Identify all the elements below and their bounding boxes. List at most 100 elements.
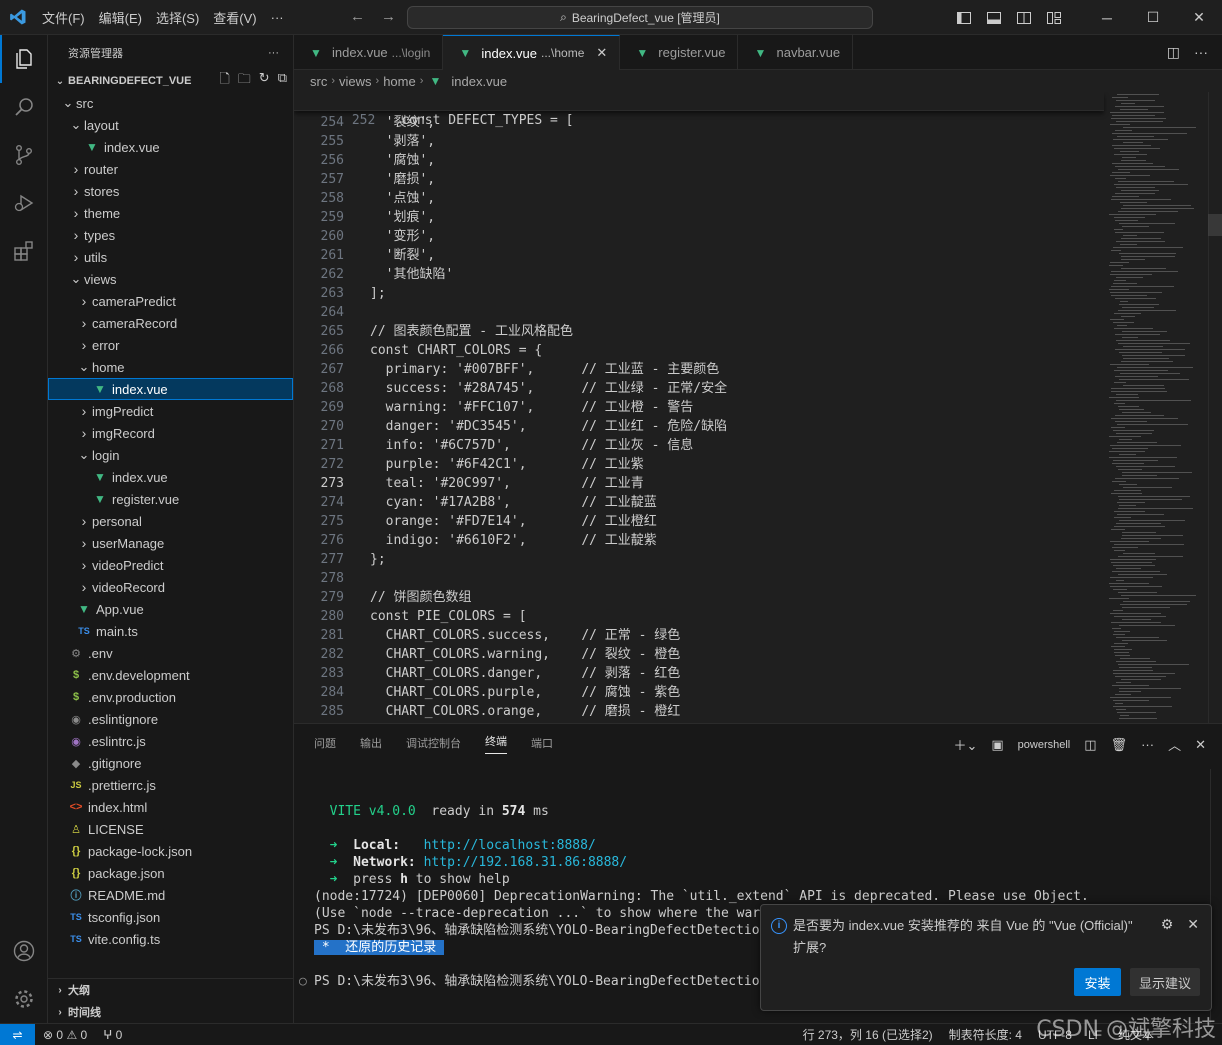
code-line[interactable]: 261 '断裂', [294, 246, 1104, 265]
tree-folder[interactable]: › cameraRecord [48, 312, 293, 334]
code-line[interactable]: 270 danger: '#DC3545', // 工业红 - 危险/缺陷 [294, 417, 1104, 436]
new-terminal-icon[interactable]: ＋⌄ [953, 735, 977, 754]
explorer-more-icon[interactable]: ··· [268, 47, 279, 59]
back-arrow-icon[interactable]: ← [350, 8, 365, 25]
tree-folder[interactable]: ⌄ layout [48, 114, 293, 136]
breadcrumb-views[interactable]: views [339, 74, 372, 89]
code-line[interactable]: 281 CHART_COLORS.success, // 正常 - 绿色 [294, 626, 1104, 645]
breadcrumb-file[interactable]: index.vue [451, 74, 507, 89]
close-window-icon[interactable]: ✕ [1176, 0, 1222, 35]
code-line[interactable]: 283 CHART_COLORS.danger, // 剥落 - 红色 [294, 664, 1104, 683]
tree-file[interactable]: ▼ App.vue [48, 598, 293, 620]
toggle-primary-sidebar-icon[interactable] [956, 10, 972, 26]
menu-file[interactable]: 文件(F) [35, 8, 92, 27]
code-line[interactable]: 284 CHART_COLORS.purple, // 腐蚀 - 紫色 [294, 683, 1104, 702]
show-recommendations-button[interactable]: 显示建议 [1130, 968, 1200, 996]
cursor-position[interactable]: 行 273，列 16 (已选择2) [795, 1026, 941, 1043]
tree-folder[interactable]: › router [48, 158, 293, 180]
code-line[interactable]: 269 warning: '#FFC107', // 工业橙 - 警告 [294, 398, 1104, 417]
code-line[interactable]: 257 '磨损', [294, 170, 1104, 189]
editor-scrollbar-thumb[interactable] [1208, 214, 1222, 236]
refresh-icon[interactable]: ↻ [259, 70, 270, 92]
new-folder-icon[interactable]: 🗀 [238, 70, 251, 92]
tree-file[interactable]: JS .prettierrc.js [48, 774, 293, 796]
code-line[interactable]: 266 const CHART_COLORS = { [294, 341, 1104, 360]
close-tab-icon[interactable]: ✕ [596, 45, 607, 61]
code-line[interactable]: 279 // 饼图颜色数组 [294, 588, 1104, 607]
code-line[interactable]: 277}; [294, 550, 1104, 569]
tree-folder[interactable]: › videoPredict [48, 554, 293, 576]
tree-file[interactable]: ⚙ .env [48, 642, 293, 664]
toggle-panel-icon[interactable] [986, 10, 1002, 26]
breadcrumb-home[interactable]: home [383, 74, 416, 89]
menu-edit[interactable]: 编辑(E) [92, 8, 149, 27]
editor-more-icon[interactable]: ··· [1194, 44, 1208, 61]
toast-settings-gear-icon[interactable]: ⚙ [1161, 916, 1174, 933]
explorer-icon[interactable] [0, 35, 48, 83]
code-line[interactable]: 282 CHART_COLORS.warning, // 裂纹 - 橙色 [294, 645, 1104, 664]
tree-file[interactable]: TS tsconfig.json [48, 906, 293, 928]
tree-file[interactable]: ▼ index.vue [48, 136, 293, 158]
tree-file[interactable]: {} package-lock.json [48, 840, 293, 862]
timeline-section[interactable]: › 时间线 [48, 1001, 293, 1023]
minimize-icon[interactable]: ─ [1084, 0, 1130, 35]
tab-register[interactable]: ▼ register.vue [620, 35, 739, 70]
menu-view[interactable]: 查看(V) [206, 8, 263, 27]
tree-folder[interactable]: › videoRecord [48, 576, 293, 598]
code-line[interactable]: 280 const PIE_COLORS = [ [294, 607, 1104, 626]
tree-file[interactable]: <> index.html [48, 796, 293, 818]
code-line[interactable]: 272 purple: '#6F42C1', // 工业紫 [294, 455, 1104, 474]
tab-problems[interactable]: 问题 [314, 735, 336, 751]
forward-arrow-icon[interactable]: → [381, 8, 396, 25]
collapse-all-icon[interactable]: ⧉ [278, 70, 287, 92]
tree-folder[interactable]: › cameraPredict [48, 290, 293, 312]
tab-terminal[interactable]: 终端 [485, 733, 507, 754]
code-line[interactable]: 267 primary: '#007BFF', // 工业蓝 - 主要颜色 [294, 360, 1104, 379]
tree-file[interactable]: ▼ index.vue [48, 466, 293, 488]
remote-icon[interactable]: ⇌ [0, 1023, 35, 1045]
indentation[interactable]: 制表符长度: 4 [941, 1026, 1030, 1043]
ports-status[interactable]: ⵖ 0 [95, 1028, 130, 1042]
source-control-icon[interactable] [0, 131, 48, 179]
code-line[interactable]: 260 '变形', [294, 227, 1104, 246]
tree-folder[interactable]: › error [48, 334, 293, 356]
tree-file[interactable]: ⓘ README.md [48, 884, 293, 906]
code-line[interactable]: 278 [294, 569, 1104, 588]
tree-folder[interactable]: › utils [48, 246, 293, 268]
code-line[interactable]: 273 teal: '#20C997', // 工业青 [294, 474, 1104, 493]
sticky-scroll-line[interactable]: 252 const DEFECT_TYPES = [ [294, 92, 1104, 128]
menu-selection[interactable]: 选择(S) [149, 8, 206, 27]
code-line[interactable]: 274 cyan: '#17A2B8', // 工业靛蓝 [294, 493, 1104, 512]
tree-folder[interactable]: › imgRecord [48, 422, 293, 444]
tree-folder[interactable]: › theme [48, 202, 293, 224]
tab-navbar[interactable]: ▼ navbar.vue [738, 35, 854, 70]
command-center-search[interactable]: ⌕ BearingDefect_vue [管理员] [407, 6, 873, 29]
tree-file[interactable]: TS vite.config.ts [48, 928, 293, 950]
toggle-secondary-sidebar-icon[interactable] [1016, 10, 1032, 26]
tab-home-index[interactable]: ▼ index.vue ...\home ✕ [443, 35, 621, 70]
tree-folder[interactable]: ⌄ login [48, 444, 293, 466]
tree-folder[interactable]: › imgPredict [48, 400, 293, 422]
project-root[interactable]: ⌄ BEARINGDEFECT_VUE 🗋 🗀 ↻ ⧉ [48, 70, 293, 92]
code-editor[interactable]: 252const DEFECT_TYPES = [ 254 '裂纹',255 '… [294, 92, 1222, 723]
new-file-icon[interactable]: 🗋 [219, 70, 229, 92]
code-line[interactable]: 265 // 图表颜色配置 - 工业风格配色 [294, 322, 1104, 341]
settings-gear-icon[interactable] [0, 975, 48, 1023]
editor-scrollbar[interactable] [1208, 92, 1222, 723]
minimap[interactable] [1109, 92, 1207, 723]
run-debug-icon[interactable] [0, 179, 48, 227]
toast-close-icon[interactable]: ✕ [1187, 916, 1199, 933]
tree-file[interactable]: ▼ register.vue [48, 488, 293, 510]
outline-section[interactable]: › 大纲 [48, 979, 293, 1001]
split-editor-icon[interactable]: ◫ [1167, 44, 1180, 61]
network-url-link[interactable]: http://192.168.31.86:8888/ [424, 855, 628, 870]
tree-folder[interactable]: › types [48, 224, 293, 246]
tree-folder[interactable]: › stores [48, 180, 293, 202]
kill-terminal-icon[interactable]: 🗑 [1111, 737, 1128, 753]
accounts-icon[interactable] [0, 927, 48, 975]
code-line[interactable]: 275 orange: '#FD7E14', // 工业橙红 [294, 512, 1104, 531]
tree-file[interactable]: ◆ .gitignore [48, 752, 293, 774]
tab-login-index[interactable]: ▼ index.vue ...\login [294, 35, 444, 70]
code-line[interactable]: 268 success: '#28A745', // 工业绿 - 正常/安全 [294, 379, 1104, 398]
code-line[interactable]: 263]; [294, 284, 1104, 303]
